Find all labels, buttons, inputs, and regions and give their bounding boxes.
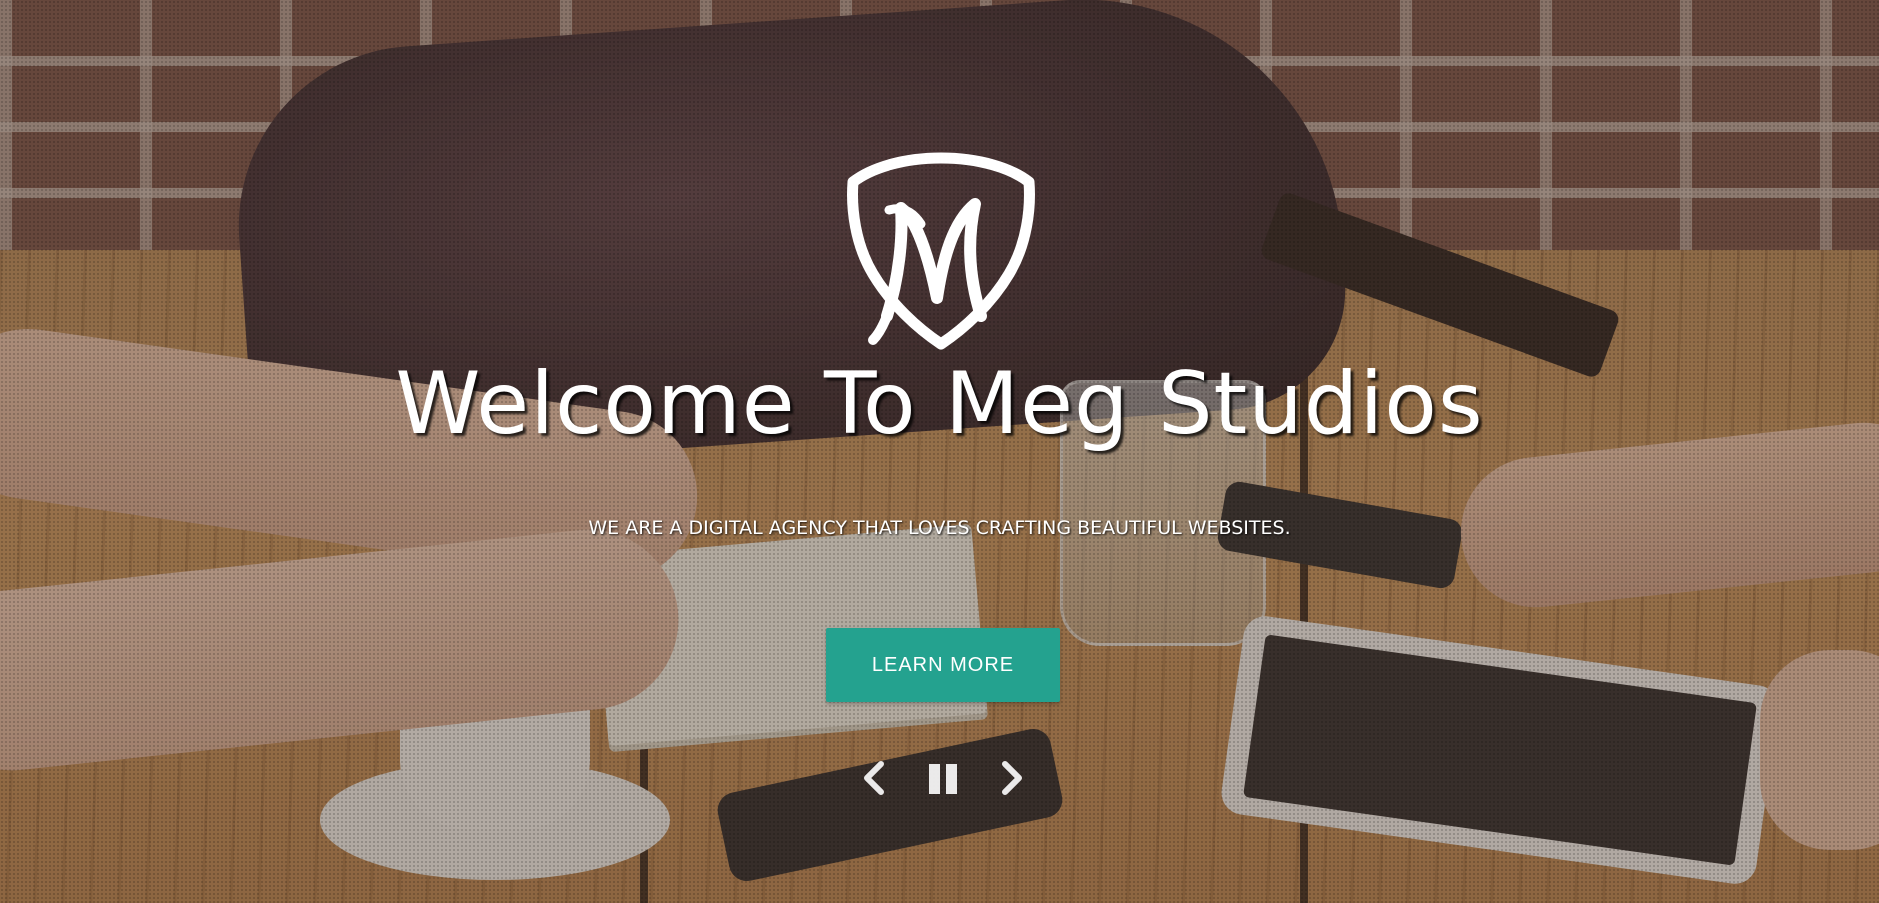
pause-icon (929, 764, 957, 794)
chevron-left-icon (864, 761, 884, 795)
hero-title: Welcome To Meg Studios (395, 354, 1484, 454)
hero-section: Welcome To Meg Studios WE ARE A DIGITAL … (0, 0, 1879, 903)
carousel-prev-button[interactable] (853, 756, 897, 800)
learn-more-button[interactable]: LEARN MORE (826, 628, 1060, 702)
carousel-controls (853, 756, 1033, 800)
meg-studios-shield-logo-icon (843, 148, 1039, 350)
chevron-right-icon (1002, 761, 1022, 795)
carousel-next-button[interactable] (989, 756, 1033, 800)
carousel-pause-button[interactable] (921, 756, 965, 800)
hero-content: Welcome To Meg Studios WE ARE A DIGITAL … (0, 0, 1879, 903)
hero-subtitle: WE ARE A DIGITAL AGENCY THAT LOVES CRAFT… (588, 517, 1291, 539)
